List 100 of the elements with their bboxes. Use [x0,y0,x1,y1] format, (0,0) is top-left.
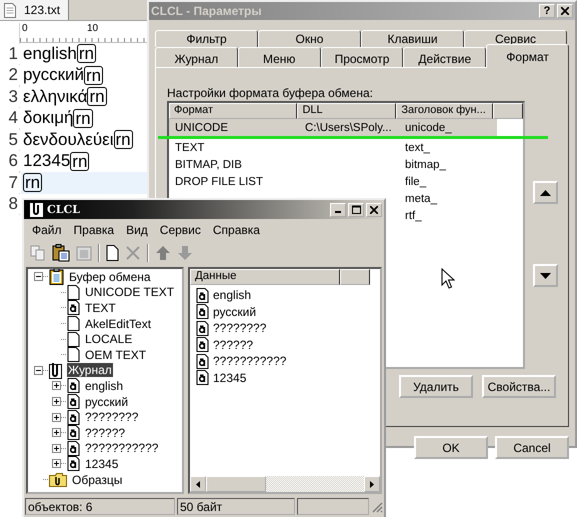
status-text: 50 байт [177,498,295,515]
text-document-icon [196,304,209,320]
menu-item[interactable]: Справка [212,223,260,237]
maximize-button[interactable] [348,202,364,216]
line-text: 12345 [23,151,70,172]
tree-item[interactable]: OEM TEXT [84,348,148,362]
minimize-button[interactable] [330,202,346,216]
list-row[interactable]: BITMAP, DIB bitmap_ [169,156,497,173]
close-button[interactable] [557,4,573,18]
list-item[interactable]: english [213,288,252,302]
tree-item[interactable]: русский [84,394,130,409]
tree-item[interactable]: UNICODE TEXT [84,285,176,300]
scroll-left-icon[interactable] [196,480,200,488]
function-prefix: text_ [405,142,430,154]
text-document-icon [196,288,209,303]
text-document-icon [67,300,80,316]
menu-item[interactable]: Правка [74,223,114,237]
file-tab[interactable]: 123.txt [0,0,70,20]
close-icon [561,7,569,15]
expand-icon[interactable] [52,397,61,406]
document-icon [67,347,80,362]
tab[interactable]: Журнал [155,47,238,67]
list-item[interactable]: русский [213,304,256,319]
move-up-button[interactable] [533,181,558,204]
tab[interactable]: Просмотр [320,47,404,67]
tree-item[interactable]: ??????????? [84,441,160,456]
menu-item[interactable]: Вид [126,223,148,237]
tree-item[interactable]: Буфер обмена [68,270,152,284]
status-text: объектов: 6 [25,498,175,515]
function-prefix: unicode_ [405,122,452,134]
list-item[interactable]: 12345 [213,370,246,385]
menu-item[interactable]: Файл [32,223,62,237]
dialog-button[interactable]: OK [414,436,488,459]
tab[interactable]: Меню [238,47,321,67]
dialog-button[interactable]: Cancel [495,436,569,459]
tab[interactable]: Клавиши [361,30,464,47]
tree-item[interactable]: Образцы [71,472,124,487]
text-document-icon [67,440,80,456]
tree-item[interactable]: ?????? [84,426,126,440]
expand-icon[interactable] [52,428,61,438]
dll-path: C:\Users\SPoly... [305,122,392,134]
column-header[interactable]: DLL [297,103,396,119]
horizontal-scrollbar[interactable] [190,476,380,492]
column-header[interactable]: Данные [190,269,340,285]
expand-icon[interactable] [52,459,61,468]
list-row[interactable]: DROP FILE LIST file_ [169,173,497,190]
line-ending-marker: rn [114,130,133,150]
text-document-icon [67,378,80,394]
move-down-button[interactable] [533,264,558,287]
menu-item[interactable]: Сервис [160,223,201,237]
mouse-pointer-icon [441,268,455,289]
folder-icon [49,472,67,488]
text-document-icon [67,425,80,440]
column-header[interactable]: Заголовок фун... [396,103,494,119]
tree-item[interactable]: AkelEditText [84,316,152,331]
format-name: UNICODE [175,122,228,134]
column-header[interactable] [340,269,370,285]
paste-icon[interactable] [52,244,70,262]
window-title: CLCL - Параметры [151,4,262,18]
document-icon [67,284,80,300]
list-item[interactable]: ?????? [213,338,254,352]
line-text: русский [23,65,84,86]
tree-item[interactable]: ???????? [84,410,140,424]
help-button[interactable]: ? [539,4,555,18]
dialog-button[interactable]: Свойства... [482,375,556,398]
collapse-icon[interactable] [34,272,43,282]
text-document-icon [196,320,209,336]
scroll-right-icon[interactable] [370,480,374,488]
tab[interactable]: Окно [258,30,361,47]
line-text: english [23,44,77,64]
dialog-button[interactable]: Удалить [399,375,473,398]
line-ending-marker: rn [73,108,93,128]
up-arrow-icon[interactable] [155,245,171,261]
collapse-icon[interactable] [34,366,43,375]
tab[interactable]: Фильтр [155,30,258,47]
minimize-icon [335,211,341,213]
tree-item[interactable]: Журнал [67,363,113,378]
tree-item[interactable]: LOCALE [84,332,134,346]
list-item[interactable]: ??????????? [213,354,286,368]
text-document-icon [196,370,209,386]
tree-item[interactable]: english [84,378,124,393]
tab[interactable]: Формат [486,44,569,68]
tree-item[interactable]: 12345 [84,456,120,471]
resize-grip-icon[interactable] [371,500,383,512]
list-row[interactable]: TEXT text_ [169,139,497,156]
maximize-icon [352,205,360,214]
line-ending-marker: rn [70,152,90,171]
list-row[interactable]: UNICODE C:\Users\SPoly... unicode_ [169,119,497,136]
expand-icon[interactable] [52,444,61,453]
expand-icon[interactable] [52,412,61,422]
new-document-icon[interactable] [106,245,119,261]
tab[interactable]: Действие [403,47,486,67]
column-header[interactable]: Формат [169,103,298,119]
paper-clip-icon [30,202,43,217]
tree-item[interactable]: TEXT [84,300,117,315]
column-header[interactable] [493,103,523,119]
expand-icon[interactable] [52,381,61,390]
function-prefix: meta_ [405,192,437,204]
close-button[interactable] [366,202,382,216]
list-item[interactable]: ???????? [213,321,266,336]
